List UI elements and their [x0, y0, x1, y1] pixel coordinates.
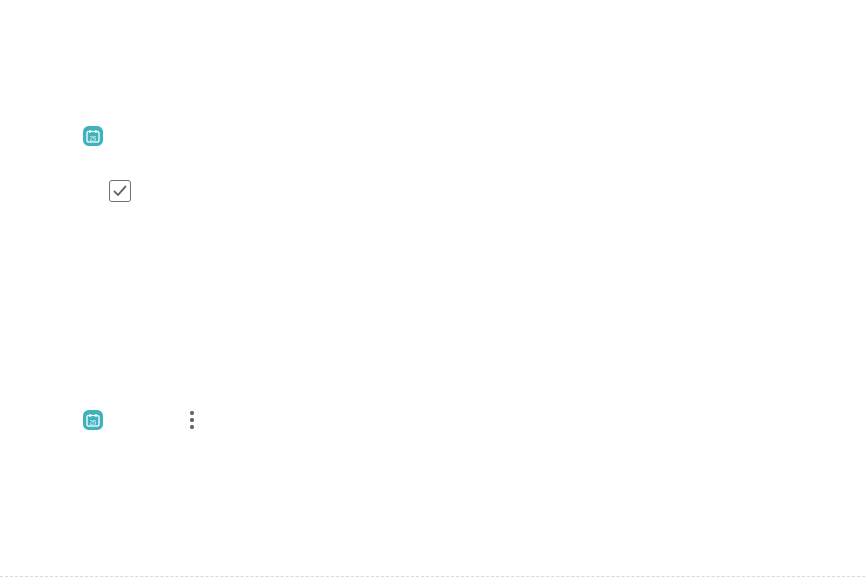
- calendar-glyph: 25: [86, 130, 100, 143]
- calendar-icon: 25: [83, 126, 103, 146]
- checkbox-checked-icon[interactable]: [109, 180, 131, 202]
- more-dot: [190, 425, 194, 429]
- checkmark-glyph: [113, 185, 127, 196]
- more-dot: [190, 411, 194, 415]
- more-dot: [190, 418, 194, 422]
- calendar-glyph: 25: [86, 414, 100, 427]
- more-options-icon[interactable]: [187, 409, 197, 431]
- calendar-icon: 25: [83, 410, 103, 430]
- calendar-day-number: 25: [90, 420, 97, 426]
- calendar-day-number: 25: [90, 136, 97, 142]
